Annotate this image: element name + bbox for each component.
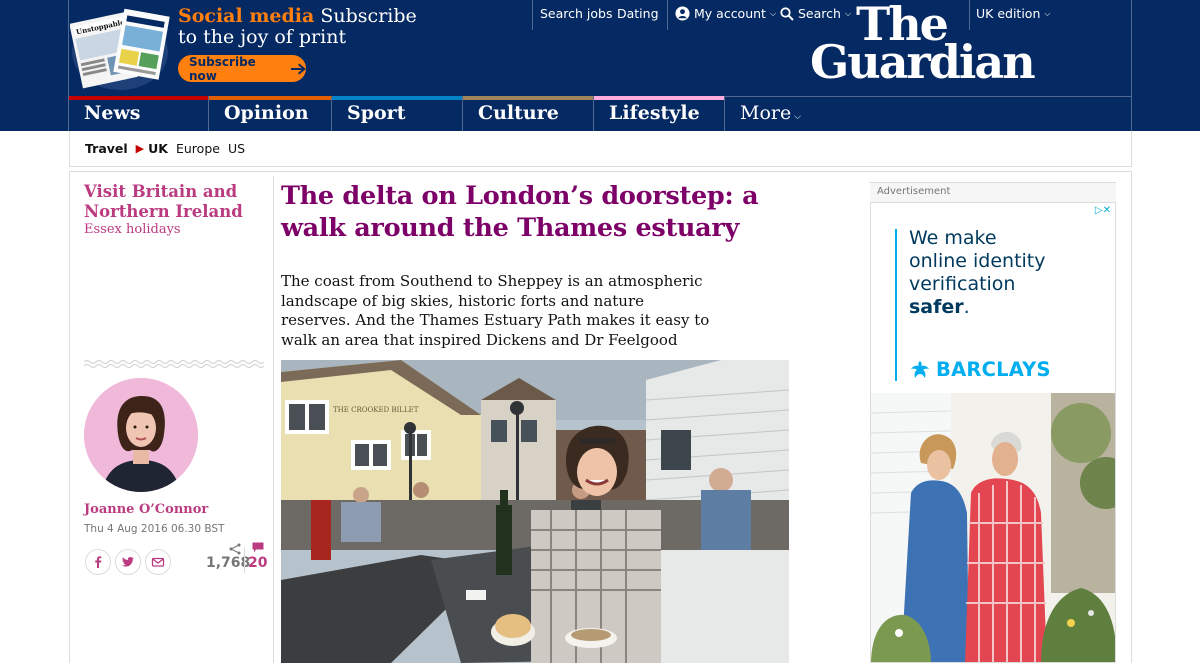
series-subtitle-link[interactable]: Essex holidays <box>84 222 181 237</box>
user-icon <box>675 6 690 21</box>
column-border <box>1131 172 1132 663</box>
nav-culture-label: Culture <box>478 102 559 124</box>
top-divider <box>969 0 970 30</box>
promo-title-highlight: Social media <box>178 5 315 27</box>
top-divider <box>532 0 533 30</box>
svg-text:THE CROOKED BILLET: THE CROOKED BILLET <box>333 406 419 414</box>
nav-news[interactable]: News <box>69 96 208 131</box>
ad-copy-end: . <box>963 296 970 318</box>
my-account-label: My account <box>694 6 766 21</box>
primary-nav: News Opinion Sport Culture Lifestyle Mor… <box>69 96 1132 131</box>
twitter-icon <box>122 557 134 567</box>
facebook-icon <box>95 556 102 568</box>
nav-opinion[interactable]: Opinion <box>208 96 339 131</box>
ad-copy-strong: safer <box>909 296 964 318</box>
pub-scene-illustration: THE CROOKED BILLET <box>281 360 789 663</box>
subnav-item[interactable]: US <box>228 141 245 156</box>
chevron-down-icon: ⌵ <box>1044 8 1051 18</box>
ad-copy-line: We make <box>909 227 997 249</box>
share-icon <box>229 543 241 555</box>
nav-culture[interactable]: Culture <box>462 96 593 131</box>
promo-title[interactable]: Social media Subscribe <box>178 5 417 27</box>
nav-more[interactable]: More ⌵ <box>724 97 844 131</box>
series-title-link[interactable]: Visit Britain and Northern Ireland <box>84 182 264 222</box>
search-jobs-link[interactable]: Search jobs <box>540 6 613 21</box>
nav-more-label: More <box>740 102 792 124</box>
nav-sport[interactable]: Sport <box>331 96 462 131</box>
eagle-icon <box>911 360 929 378</box>
ad-accent-bar <box>895 229 897 381</box>
subnav-item[interactable]: Europe <box>176 141 220 156</box>
site-header: Unstoppable? Social media Subscribe to t… <box>0 0 1200 131</box>
wavy-divider <box>84 360 264 368</box>
nav-culture-underline <box>463 96 593 100</box>
subnav-current[interactable]: UK <box>148 141 168 156</box>
ad-copy-line: verification <box>909 273 1016 295</box>
nav-opinion-label: Opinion <box>224 102 309 124</box>
edition-label: UK edition <box>976 6 1041 21</box>
my-account-link[interactable]: My account ⌵ <box>675 6 776 21</box>
nav-opinion-underline <box>209 96 339 100</box>
ad-copy-line: safer. <box>909 296 1099 319</box>
nav-sport-underline <box>332 96 462 100</box>
nav-sport-label: Sport <box>347 102 406 124</box>
email-icon <box>151 557 165 567</box>
triangle-right-icon: ▶ <box>135 142 145 155</box>
chevron-down-icon: ⌵ <box>769 8 777 18</box>
comment-count-link[interactable]: 20 <box>248 555 267 571</box>
section-subnav: Travel ▶ UK Europe US <box>69 131 1132 167</box>
nav-lifestyle-label: Lifestyle <box>609 102 700 124</box>
author-portrait <box>84 378 198 492</box>
adchoices-icon[interactable]: ▷✕ <box>1095 205 1111 216</box>
comment-icon[interactable] <box>252 542 264 553</box>
nav-news-underline <box>69 96 208 100</box>
share-email-button[interactable] <box>145 549 171 575</box>
share-facebook-button[interactable] <box>85 549 111 575</box>
chevron-down-icon: ⌵ <box>791 112 801 122</box>
subscribe-button[interactable]: Subscribe now <box>178 54 306 83</box>
share-twitter-button[interactable] <box>115 549 141 575</box>
search-label: Search <box>798 6 841 21</box>
subnav-section[interactable]: Travel <box>85 141 128 156</box>
dating-link[interactable]: Dating <box>617 6 659 21</box>
publish-date: Thu 4 Aug 2016 06.30 BST <box>84 523 225 535</box>
article-headline: The delta on London’s doorstep: a walk a… <box>281 181 759 243</box>
ad-brand-name: BARCLAYS <box>936 358 1051 381</box>
meta-column-border <box>273 176 274 663</box>
edition-switcher[interactable]: UK edition ⌵ <box>976 6 1050 21</box>
ad-copy-line: online identity <box>909 250 1046 272</box>
advertisement-label: Advertisement <box>870 182 1116 202</box>
column-border <box>69 172 70 663</box>
promo-subtitle[interactable]: to the joy of print <box>178 26 346 48</box>
newspaper-promo-image[interactable]: Unstoppable? <box>70 2 170 90</box>
author-avatar[interactable] <box>84 378 198 492</box>
divider <box>69 171 1132 172</box>
ad-photo <box>871 393 1115 662</box>
divider <box>244 547 245 573</box>
search-icon <box>780 6 794 21</box>
ad-copy: We make online identity verification saf… <box>909 227 1099 319</box>
search-link[interactable]: Search ⌵ <box>780 6 851 21</box>
arrow-right-icon <box>290 62 306 75</box>
advertisement[interactable]: ▷✕ We make online identity verification … <box>870 202 1116 663</box>
top-divider <box>667 0 668 30</box>
article-main-photo[interactable]: THE CROOKED BILLET <box>281 360 789 663</box>
barclays-logo: BARCLAYS <box>909 358 1051 381</box>
chevron-down-icon: ⌵ <box>844 8 852 18</box>
promo-title-rest: Subscribe <box>314 5 417 27</box>
subscribe-button-label: Subscribe now <box>189 54 256 83</box>
article-standfirst: The coast from Southend to Sheppey is an… <box>281 272 710 349</box>
nav-news-label: News <box>84 102 141 124</box>
logo-line-2: Guardian <box>810 35 1036 89</box>
author-name-link[interactable]: Joanne O’Connor <box>84 502 208 517</box>
nav-lifestyle[interactable]: Lifestyle <box>593 96 724 131</box>
nav-lifestyle-underline <box>594 96 724 100</box>
